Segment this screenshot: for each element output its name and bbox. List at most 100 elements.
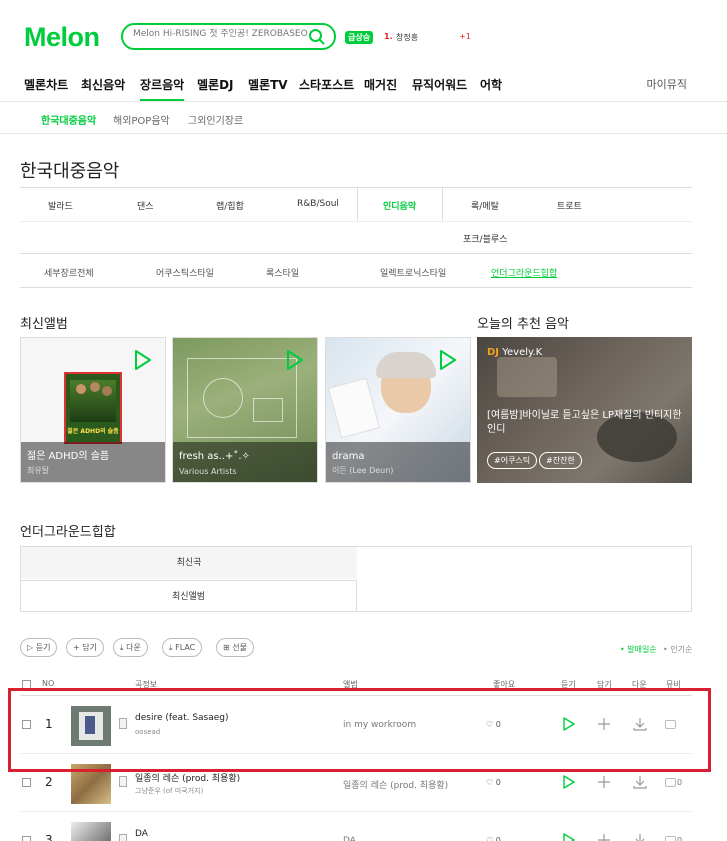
song-info-icon[interactable] xyxy=(119,718,127,729)
subtab-korean-pop[interactable]: 한국대중음악 xyxy=(41,112,96,127)
album-thumbnail[interactable] xyxy=(71,764,111,804)
genre-rock-metal[interactable]: 록/메탈 xyxy=(471,199,499,212)
style-acoustic[interactable]: 어쿠스틱스타일 xyxy=(156,266,214,279)
recommend-card[interactable]: DJ Yevely.K [여름밤]바이닐로 듣고싶은 LP재질의 빈티지한 인디… xyxy=(477,337,692,483)
album-artist[interactable]: 이든 (Lee Deun) xyxy=(332,465,393,476)
nav-language[interactable]: 어학 xyxy=(480,76,502,93)
nav-melon-dj[interactable]: 멜론DJ xyxy=(197,76,234,93)
mv-button[interactable] xyxy=(665,720,677,729)
album-artist[interactable]: 최유탈 xyxy=(27,465,49,476)
subtab-other-genres[interactable]: 그외인기장르 xyxy=(188,112,243,127)
gift-button[interactable]: ⊞ 선물 xyxy=(216,638,254,657)
table-row[interactable]: 1 desire (feat. Sasaeg) oosead in my wor… xyxy=(20,698,692,754)
genre-folk-blues[interactable]: 포크/블루스 xyxy=(463,232,507,245)
row-checkbox[interactable] xyxy=(22,720,31,729)
sort-by-popularity[interactable]: • 인기순 xyxy=(663,644,692,655)
like-button[interactable]: ♡ 0 xyxy=(486,836,501,841)
play-icon[interactable] xyxy=(285,348,305,372)
search-icon[interactable] xyxy=(308,28,326,46)
song-title[interactable]: 일종의 레슨 (prod. 최용황) xyxy=(135,771,240,784)
download-icon[interactable] xyxy=(632,774,648,790)
album-title[interactable]: fresh as..+˚.✧ xyxy=(179,451,250,462)
song-title[interactable]: DA xyxy=(135,829,148,839)
genre-ballad[interactable]: 발라드 xyxy=(48,199,73,212)
genre-grid: 발라드 댄스 랩/힙합 R&B/Soul 인디음악 록/메탈 트로트 포크/블루… xyxy=(20,187,692,254)
song-album[interactable]: 일종의 레슨 (prod. 최용황) xyxy=(343,778,448,791)
nav-genre-music[interactable]: 장르음악 xyxy=(140,76,185,101)
sort-by-release[interactable]: • 발매일순 xyxy=(620,644,657,655)
add-icon[interactable] xyxy=(596,832,612,841)
genre-dance[interactable]: 댄스 xyxy=(137,199,154,212)
song-title[interactable]: desire (feat. Sasaeg) xyxy=(135,713,229,723)
genre-rnb-soul[interactable]: R&B/Soul xyxy=(297,199,339,209)
play-icon[interactable] xyxy=(561,774,577,790)
row-checkbox[interactable] xyxy=(22,836,31,841)
album-title[interactable]: 젊은 ADHD의 슬픔 xyxy=(27,447,109,462)
subtab-overseas-pop[interactable]: 해외POP음악 xyxy=(113,112,170,127)
song-info-icon[interactable] xyxy=(119,776,127,787)
song-album[interactable]: in my workroom xyxy=(343,720,416,730)
tab-latest-albums[interactable]: 최신앨범 xyxy=(21,580,357,612)
tab-latest-songs[interactable]: 최신곡 xyxy=(21,547,357,579)
album-overlay xyxy=(326,442,470,482)
nav-chart[interactable]: 멜론차트 xyxy=(24,76,68,93)
song-album[interactable]: DA xyxy=(343,836,356,841)
row-checkbox[interactable] xyxy=(22,778,31,787)
mv-button[interactable]: 0 xyxy=(665,778,682,787)
search-input[interactable] xyxy=(133,29,308,39)
play-icon[interactable] xyxy=(133,348,153,372)
like-button[interactable]: ♡ 0 xyxy=(486,720,501,729)
nav-music-awards[interactable]: 뮤직어워드 xyxy=(412,76,467,93)
rising-keyword[interactable]: 창정흥 xyxy=(396,32,418,43)
nav-new-music[interactable]: 최신음악 xyxy=(81,76,125,93)
underground-tabs: 최신곡 최신앨범 xyxy=(20,546,692,612)
style-underground-hiphop[interactable]: 언더그라운드힙합 xyxy=(491,266,557,279)
download-icon[interactable] xyxy=(632,716,648,732)
genre-hiphop[interactable]: 랩/힙합 xyxy=(216,199,244,212)
recommend-description[interactable]: [여름밤]바이닐로 듣고싶은 LP재질의 빈티지한 인디 xyxy=(487,409,682,437)
album-card[interactable]: drama 이든 (Lee Deun) xyxy=(325,337,471,483)
table-row[interactable]: 3 DA DA ♡ 0 0 xyxy=(20,814,692,841)
song-artist[interactable]: 그냥준우 (of 미국거지) xyxy=(135,786,203,796)
song-artist[interactable]: oosead xyxy=(135,728,160,736)
tag-acoustic[interactable]: #어쿠스틱 xyxy=(487,452,538,469)
album-title[interactable]: drama xyxy=(332,451,364,462)
listen-button[interactable]: ▷ 듣기 xyxy=(20,638,58,657)
song-info-icon[interactable] xyxy=(119,834,127,841)
table-row[interactable]: 2 일종의 레슨 (prod. 최용황) 그냥준우 (of 미국거지) 일종의 … xyxy=(20,756,692,812)
genre-trot[interactable]: 트로트 xyxy=(557,199,582,212)
tag-calm[interactable]: #잔잔한 xyxy=(539,452,582,469)
play-icon[interactable] xyxy=(438,348,458,372)
row-rank: 3 xyxy=(45,833,53,841)
add-button[interactable]: + 담기 xyxy=(66,638,104,657)
nav-starpost[interactable]: 스타포스트 xyxy=(299,76,354,93)
add-icon[interactable] xyxy=(596,716,612,732)
play-icon[interactable] xyxy=(561,832,577,841)
style-all[interactable]: 세부장르전체 xyxy=(44,266,94,279)
album-card[interactable]: 젊은 ADHD의 슬픔 젊은 ADHD의 슬픔 최유탈 xyxy=(20,337,166,483)
add-icon[interactable] xyxy=(596,774,612,790)
nav-magazine[interactable]: 매거진 xyxy=(364,76,397,93)
dj-name[interactable]: DJ Yevely.K xyxy=(487,347,542,358)
header-like: 좋아요 xyxy=(493,680,516,689)
download-button[interactable]: ⤓ 다운 xyxy=(113,638,148,657)
melon-logo[interactable]: Melon xyxy=(24,22,100,53)
album-thumbnail[interactable] xyxy=(71,706,111,746)
download-icon[interactable] xyxy=(632,832,648,841)
search-box[interactable] xyxy=(121,23,336,50)
style-electronic[interactable]: 일렉트로닉스타일 xyxy=(380,266,446,279)
style-rock[interactable]: 록스타일 xyxy=(266,266,299,279)
global-nav: 멜론차트 최신음악 장르음악 멜론DJ 멜론TV 스타포스트 매거진 뮤직어워드… xyxy=(0,68,727,102)
flac-button[interactable]: ⤓ FLAC xyxy=(162,638,203,657)
album-card[interactable]: fresh as..+˚.✧ Various Artists xyxy=(172,337,318,483)
nav-my-music[interactable]: 마이뮤직 xyxy=(647,76,687,92)
genre-indie[interactable]: 인디음악 xyxy=(383,199,416,212)
select-all-checkbox[interactable] xyxy=(22,680,31,689)
like-button[interactable]: ♡ 0 xyxy=(486,778,501,787)
mv-button[interactable]: 0 xyxy=(665,836,682,841)
nav-melon-tv[interactable]: 멜론TV xyxy=(248,76,288,93)
album-thumbnail[interactable] xyxy=(71,822,111,841)
mv-icon xyxy=(665,720,676,729)
album-artist[interactable]: Various Artists xyxy=(179,467,237,476)
play-icon[interactable] xyxy=(561,716,577,732)
